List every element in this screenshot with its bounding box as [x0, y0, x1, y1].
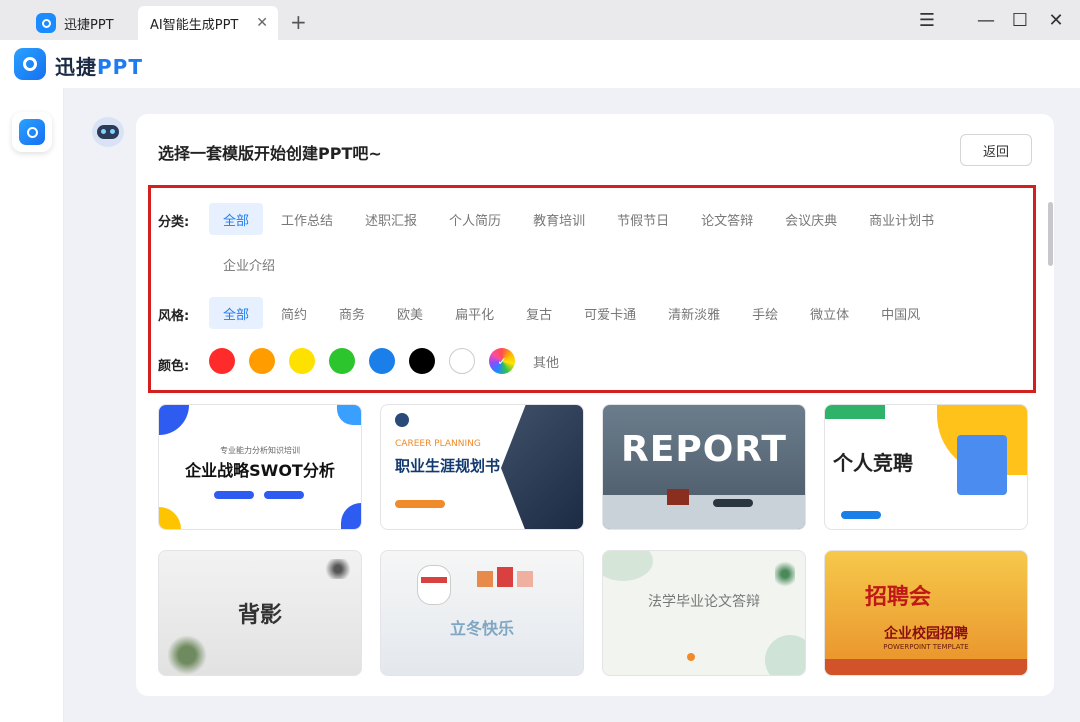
- color-picker-icon[interactable]: ✓: [489, 348, 515, 374]
- template-card-career[interactable]: CAREER PLANNING 职业生涯规划书: [380, 404, 584, 530]
- style-chip[interactable]: 简约: [267, 297, 321, 329]
- style-label: 风格:: [158, 309, 190, 324]
- style-chip[interactable]: 清新淡雅: [654, 297, 734, 329]
- template-card-winter[interactable]: 立冬快乐: [380, 550, 584, 676]
- color-swatch-white[interactable]: [449, 348, 475, 374]
- menu-icon[interactable]: ☰: [916, 10, 938, 31]
- category-chip[interactable]: 论文答辩: [687, 203, 767, 235]
- template-title: 背影: [237, 602, 282, 628]
- style-chip[interactable]: 中国风: [867, 297, 934, 329]
- color-label: 颜色:: [158, 359, 190, 374]
- category-chip[interactable]: 教育培训: [519, 203, 599, 235]
- color-swatch-green[interactable]: [329, 348, 355, 374]
- template-title: 立冬快乐: [449, 619, 514, 638]
- template-card-shadow[interactable]: 背影: [158, 550, 362, 676]
- style-chips: 全部 简约 商务 欧美 扁平化 复古 可爱卡通 清新淡雅 手绘 微立体 中国风: [209, 297, 934, 329]
- template-subtitle: 专业能力分析知识培训: [220, 446, 300, 455]
- style-chip[interactable]: 扁平化: [441, 297, 508, 329]
- color-swatch-red[interactable]: [209, 348, 235, 374]
- style-chip[interactable]: 复古: [512, 297, 566, 329]
- style-chip[interactable]: 手绘: [738, 297, 792, 329]
- category-chip[interactable]: 企业介绍: [209, 248, 289, 280]
- back-button[interactable]: 返回: [960, 134, 1032, 166]
- style-chip[interactable]: 商务: [325, 297, 379, 329]
- close-icon[interactable]: ✕: [256, 15, 268, 31]
- style-chip[interactable]: 欧美: [383, 297, 437, 329]
- style-chip[interactable]: 微立体: [796, 297, 863, 329]
- template-title: 企业战略SWOT分析: [185, 461, 335, 480]
- other-color-link[interactable]: 其他: [533, 352, 559, 371]
- sidebar-home-icon[interactable]: [12, 112, 52, 152]
- app-logo-icon: [36, 13, 56, 33]
- color-swatch-yellow[interactable]: [289, 348, 315, 374]
- title-bar: 迅捷PPT AI智能生成PPT ✕ + ☰ — ☐ ✕: [0, 0, 1080, 40]
- close-window-icon[interactable]: ✕: [1045, 10, 1067, 31]
- template-card-swot[interactable]: 专业能力分析知识培训 企业战略SWOT分析: [158, 404, 362, 530]
- brand-name: 迅捷PPT: [55, 55, 143, 79]
- category-chip[interactable]: 工作总结: [267, 203, 347, 235]
- minimize-icon[interactable]: —: [975, 10, 997, 31]
- tab-label: 迅捷PPT: [64, 17, 114, 33]
- color-swatch-black[interactable]: [409, 348, 435, 374]
- sidebar: [0, 88, 64, 722]
- category-chips-row2: 企业介绍: [209, 248, 289, 280]
- category-chip[interactable]: 全部: [209, 203, 264, 235]
- template-subtitle: POWERPOINT TEMPLATE: [883, 643, 969, 651]
- template-title: 企业校园招聘: [884, 626, 968, 642]
- template-title: REPORT: [621, 429, 787, 470]
- template-card-thesis[interactable]: 法学毕业论文答辩: [602, 550, 806, 676]
- template-title: 法学毕业论文答辩: [648, 594, 760, 610]
- style-chip[interactable]: 全部: [209, 297, 264, 329]
- category-chip[interactable]: 述职汇报: [351, 203, 431, 235]
- category-chip[interactable]: 商业计划书: [855, 203, 948, 235]
- maximize-icon[interactable]: ☐: [1009, 10, 1031, 31]
- app-header: 迅捷PPT: [0, 40, 1080, 88]
- category-label: 分类:: [158, 215, 190, 230]
- tab-ai-ppt[interactable]: AI智能生成PPT ✕: [138, 6, 278, 40]
- tab-label: AI智能生成PPT: [150, 17, 239, 33]
- color-swatch-orange[interactable]: [249, 348, 275, 374]
- color-swatch-blue[interactable]: [369, 348, 395, 374]
- color-swatches: ✓ 其他: [209, 348, 559, 374]
- template-card-recruit[interactable]: 招聘会 企业校园招聘 POWERPOINT TEMPLATE: [824, 550, 1028, 676]
- category-chip[interactable]: 节假节日: [603, 203, 683, 235]
- tab-home[interactable]: 迅捷PPT: [28, 6, 140, 40]
- page-title: 选择一套模版开始创建PPT吧~: [158, 144, 382, 163]
- plus-icon[interactable]: +: [290, 10, 307, 34]
- robot-avatar-icon: [92, 117, 124, 147]
- scrollbar[interactable]: [1048, 202, 1053, 266]
- brand-logo-icon: [14, 48, 46, 80]
- template-card-report[interactable]: REPORT: [602, 404, 806, 530]
- style-chip[interactable]: 可爱卡通: [570, 297, 650, 329]
- category-chip[interactable]: 个人简历: [435, 203, 515, 235]
- category-chips: 全部 工作总结 述职汇报 个人简历 教育培训 节假节日 论文答辩 会议庆典 商业…: [209, 203, 948, 235]
- template-card-compete[interactable]: 个人竞聘: [824, 404, 1028, 530]
- category-chip[interactable]: 会议庆典: [771, 203, 851, 235]
